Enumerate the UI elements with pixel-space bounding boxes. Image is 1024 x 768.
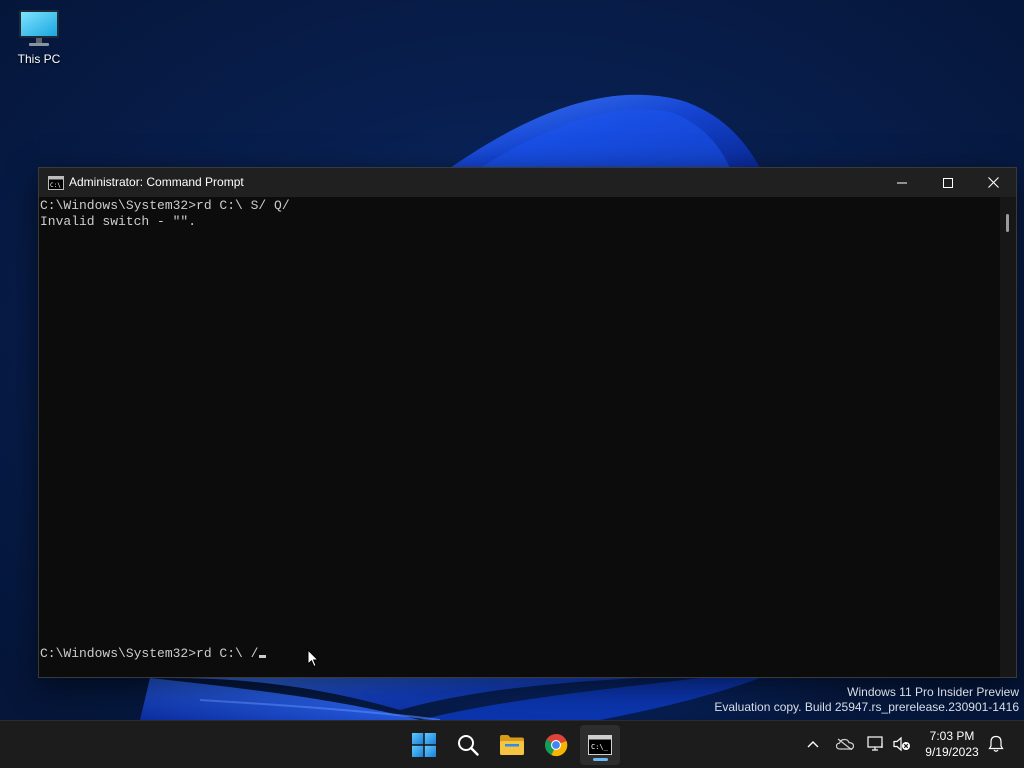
scrollbar-thumb[interactable] (1006, 214, 1009, 232)
file-explorer-button[interactable] (492, 725, 532, 765)
network-button[interactable] (866, 734, 886, 754)
vertical-scrollbar[interactable] (1000, 197, 1016, 677)
clock-date: 9/19/2023 (925, 745, 979, 759)
console-input-text[interactable]: C:\Windows\System32>rd C:\ / (40, 646, 258, 661)
taskbar-clock[interactable]: 7:03 PM 9/19/2023 (918, 728, 986, 760)
show-hidden-icons-button[interactable] (803, 734, 823, 754)
console-line: Invalid switch - "". (40, 214, 197, 229)
close-icon (987, 177, 999, 188)
command-prompt-icon: C:\_ (588, 735, 612, 755)
desktop-icon-this-pc[interactable]: This PC (10, 8, 68, 78)
console-icon: C:\ (48, 176, 64, 190)
mouse-pointer-icon (307, 649, 319, 668)
volume-muted-icon (893, 736, 910, 752)
desktop-icon-label: This PC (17, 52, 61, 66)
onedrive-button[interactable] (835, 734, 855, 754)
svg-text:C:\: C:\ (50, 182, 61, 189)
maximize-icon (943, 177, 953, 188)
volume-button[interactable] (892, 734, 912, 754)
file-explorer-icon (500, 735, 524, 755)
chrome-button[interactable] (536, 725, 576, 765)
console-output[interactable]: C:\Windows\System32>rd C:\ S/ Q/ Invalid… (39, 197, 1000, 677)
network-icon (867, 736, 883, 751)
maximize-button[interactable] (925, 168, 971, 197)
chevron-up-icon (807, 741, 819, 748)
watermark-line: Windows 11 Pro Insider Preview (847, 685, 1019, 699)
minimize-button[interactable] (879, 168, 925, 197)
title-bar[interactable]: C:\ Administrator: Command Prompt (39, 168, 1016, 197)
clock-time: 7:03 PM (929, 729, 975, 743)
console-line: C:\Windows\System32>rd C:\ S/ Q/ (40, 198, 290, 213)
evaluation-watermark: Windows 11 Pro Insider Preview Evaluatio… (714, 685, 1019, 715)
start-button[interactable] (404, 725, 444, 765)
notification-bell-icon (988, 735, 1004, 752)
monitor-icon (19, 10, 59, 46)
window-title: Administrator: Command Prompt (69, 175, 244, 189)
console-prompt-line[interactable]: C:\Windows\System32>rd C:\ / (40, 646, 267, 662)
watermark-line: Evaluation copy. Build 25947.rs_prerelea… (714, 700, 1019, 714)
minimize-icon (897, 182, 907, 183)
close-button[interactable] (970, 168, 1016, 197)
svg-text:C:\_: C:\_ (591, 743, 609, 751)
search-icon (458, 735, 479, 756)
search-button[interactable] (448, 725, 488, 765)
chrome-icon (545, 733, 568, 757)
text-cursor (259, 655, 267, 658)
windows-start-icon (412, 733, 436, 757)
active-app-indicator (593, 758, 608, 761)
onedrive-icon (836, 738, 854, 750)
notification-center-button[interactable] (986, 734, 1006, 754)
command-prompt-window[interactable]: C:\ Administrator: Command Prompt C:\Win… (38, 167, 1017, 678)
